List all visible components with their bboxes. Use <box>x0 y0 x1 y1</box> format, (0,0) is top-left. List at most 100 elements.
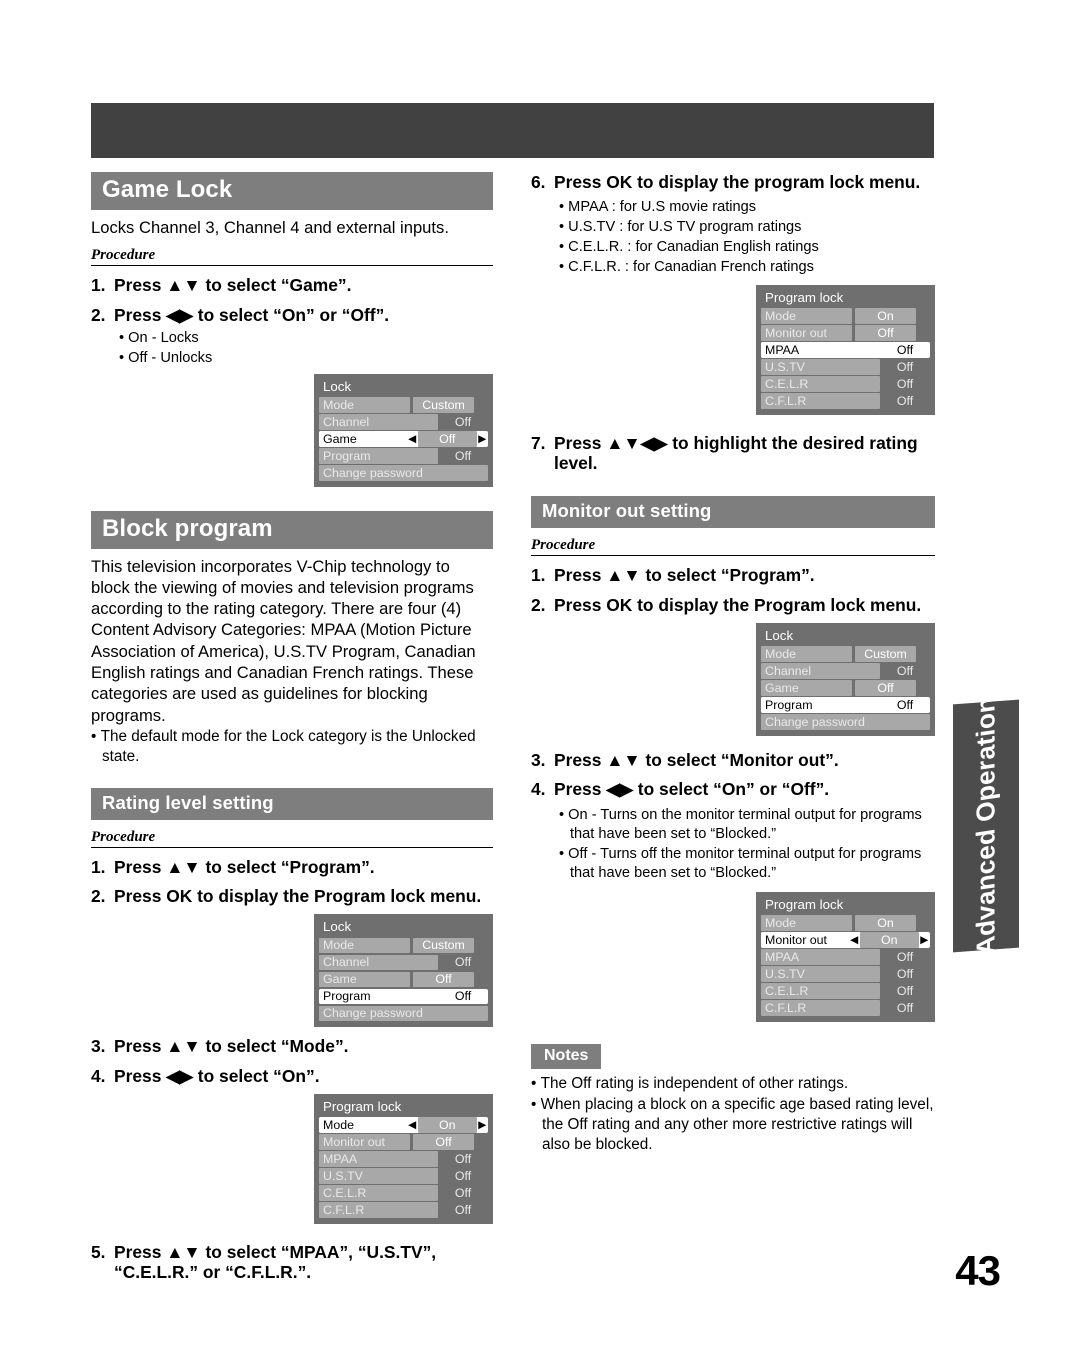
step-number: 1. <box>91 275 106 296</box>
bullet-item: On - Locks <box>119 329 493 348</box>
osd-row-channel[interactable]: Channel Off <box>319 414 488 430</box>
osd-row-value: Off <box>854 325 917 341</box>
osd-row-label: Mode <box>761 646 852 662</box>
bullet-item: The default mode for the Lock category i… <box>91 727 493 767</box>
osd-row-mode[interactable]: Mode Custom <box>319 937 488 954</box>
step-text: Press ◀▶ to select “On” or “Off”. <box>554 779 830 800</box>
osd-row-game[interactable]: Game Off <box>761 680 930 696</box>
step-text: Press ◀▶ to select “On”. <box>114 1065 320 1086</box>
left-arrow-icon[interactable]: ◀ <box>406 431 417 447</box>
osd-row-label: Change password <box>319 465 488 481</box>
osd-row-celr[interactable]: C.E.L.R Off <box>761 376 930 392</box>
osd-row-value: Off <box>896 983 914 998</box>
osd-row-value: Off <box>896 949 914 964</box>
osd-row-game[interactable]: Game Off <box>319 971 488 988</box>
osd-row-label: Channel <box>319 954 438 971</box>
step-number: 2. <box>91 886 106 907</box>
osd-row-celr[interactable]: C.E.L.R Off <box>761 983 930 999</box>
osd-row-pad <box>916 680 930 696</box>
osd-row-program[interactable]: Program Off <box>319 988 488 1005</box>
osd-row-label: U.S.TV <box>319 1168 438 1184</box>
side-tab-label: Advanced Operation <box>970 694 1001 958</box>
step-number: 7. <box>531 432 546 453</box>
osd-row-change-password[interactable]: Change password <box>319 465 488 481</box>
osd-row-ustv[interactable]: U.S.TV Off <box>319 1168 488 1184</box>
osd-row-ustv[interactable]: U.S.TV Off <box>761 966 930 982</box>
step-item: 4. Press ◀▶ to select “On”. <box>91 1066 493 1087</box>
osd-row-change-password[interactable]: Change password <box>319 1005 488 1022</box>
bullet-item: C.E.L.R. : for Canadian English ratings <box>559 238 935 257</box>
bullet-item: When placing a block on a specific age b… <box>531 1095 935 1155</box>
right-arrow-icon[interactable]: ▶ <box>477 1117 488 1133</box>
bullet-item: MPAA : for U.S movie ratings <box>559 198 935 217</box>
page-header-bar <box>91 103 934 158</box>
left-arrow-icon[interactable]: ◀ <box>848 932 859 948</box>
osd-row-pad <box>474 1134 488 1150</box>
step-text: Press ▲▼◀▶ to highlight the desired rati… <box>554 432 918 474</box>
osd-row-celr[interactable]: C.E.L.R Off <box>319 1185 488 1201</box>
monitor-out-steps-a: 1. Press ▲▼ to select “Program”. 2. Pres… <box>531 565 935 616</box>
osd-row-mode[interactable]: Mode Custom <box>761 646 930 662</box>
osd-row-cflr[interactable]: C.F.L.R Off <box>761 1000 930 1016</box>
osd-row-mpaa[interactable]: MPAA Off <box>319 1151 488 1167</box>
osd-row-label: Program <box>761 697 880 713</box>
osd-row-mode[interactable]: Mode ◀ On ▶ <box>319 1117 488 1133</box>
osd-row-label: Channel <box>761 663 880 679</box>
osd-row-value: Off <box>454 414 472 429</box>
right-arrow-icon[interactable]: ▶ <box>919 932 930 948</box>
osd-row-channel[interactable]: Channel Off <box>319 954 488 971</box>
osd-row-value: Off <box>896 342 914 357</box>
osd-row-mode[interactable]: Mode Custom <box>319 397 488 413</box>
left-arrow-icon[interactable]: ◀ <box>406 1117 417 1133</box>
osd-row-value: On <box>854 915 917 931</box>
step-number: 4. <box>531 779 546 800</box>
osd-row-monitor-out[interactable]: Monitor out Off <box>319 1134 488 1150</box>
monitor-out-steps-b: 3. Press ▲▼ to select “Monitor out”. 4. … <box>531 750 935 801</box>
osd-row-cflr[interactable]: C.F.L.R Off <box>319 1202 488 1218</box>
osd-row-label: Channel <box>319 414 438 430</box>
osd-row-label: Program <box>319 988 438 1005</box>
osd-row-program[interactable]: Program Off <box>319 448 488 464</box>
block-program-paragraph: This television incorporates V-Chip tech… <box>91 556 476 725</box>
osd-row-monitor-out[interactable]: Monitor out Off <box>761 325 930 341</box>
step-item: 3. Press ▲▼ to select “Monitor out”. <box>531 750 935 771</box>
osd-row-label: U.S.TV <box>761 359 880 375</box>
manual-page: Game Lock Locks Channel 3, Channel 4 and… <box>0 0 1080 1363</box>
step-item: 1. Press ▲▼ to select “Program”. <box>91 857 493 878</box>
osd-row-mode[interactable]: Mode On <box>761 915 930 931</box>
osd-row-value: Off <box>454 1202 472 1217</box>
game-lock-bullets: On - Locks Off - Unlocks <box>119 329 493 368</box>
osd-row-label: Monitor out <box>319 1134 410 1150</box>
osd-row-pad <box>916 646 930 662</box>
osd-row-pad <box>474 938 488 954</box>
step-text: Press ▲▼ to select “Monitor out”. <box>554 749 839 770</box>
section-step-6: 6. Press OK to display the program lock … <box>531 172 935 415</box>
osd-row-value: Off <box>896 966 914 981</box>
osd-row-channel[interactable]: Channel Off <box>761 663 930 679</box>
osd-row-label: Game <box>319 431 407 447</box>
osd-row-mpaa[interactable]: MPAA Off <box>761 342 930 358</box>
osd-row-mode[interactable]: Mode On <box>761 308 930 324</box>
osd-row-cflr[interactable]: C.F.L.R Off <box>761 393 930 409</box>
bullet-item: The Off rating is independent of other r… <box>531 1074 935 1094</box>
osd-row-change-password[interactable]: Change password <box>761 714 930 730</box>
step-text: Press OK to display the Program lock men… <box>554 594 922 615</box>
osd-row-value: Off <box>896 697 914 712</box>
step-item: 2. Press OK to display the Program lock … <box>91 886 493 907</box>
osd-row-mpaa[interactable]: MPAA Off <box>761 949 930 965</box>
osd-row-monitor-out[interactable]: Monitor out ◀ On ▶ <box>761 932 930 948</box>
notes-heading: Notes <box>531 1043 602 1069</box>
step-number: 2. <box>531 594 546 615</box>
osd-row-value: Off <box>896 376 914 391</box>
section-step-7: 7. Press ▲▼◀▶ to highlight the desired r… <box>531 433 935 475</box>
right-arrow-icon[interactable]: ▶ <box>477 431 488 447</box>
osd-row-ustv[interactable]: U.S.TV Off <box>761 359 930 375</box>
osd-row-game[interactable]: Game ◀ Off ▶ <box>319 431 488 447</box>
osd-row-program[interactable]: Program Off <box>761 697 930 713</box>
osd-row-label: C.F.L.R <box>761 1000 880 1016</box>
osd-row-pad <box>916 325 930 341</box>
osd-row-label: Monitor out <box>761 932 849 948</box>
osd-row-value: Off <box>896 393 914 408</box>
osd-title: Program lock <box>765 897 844 913</box>
osd-row-label: MPAA <box>761 949 880 965</box>
